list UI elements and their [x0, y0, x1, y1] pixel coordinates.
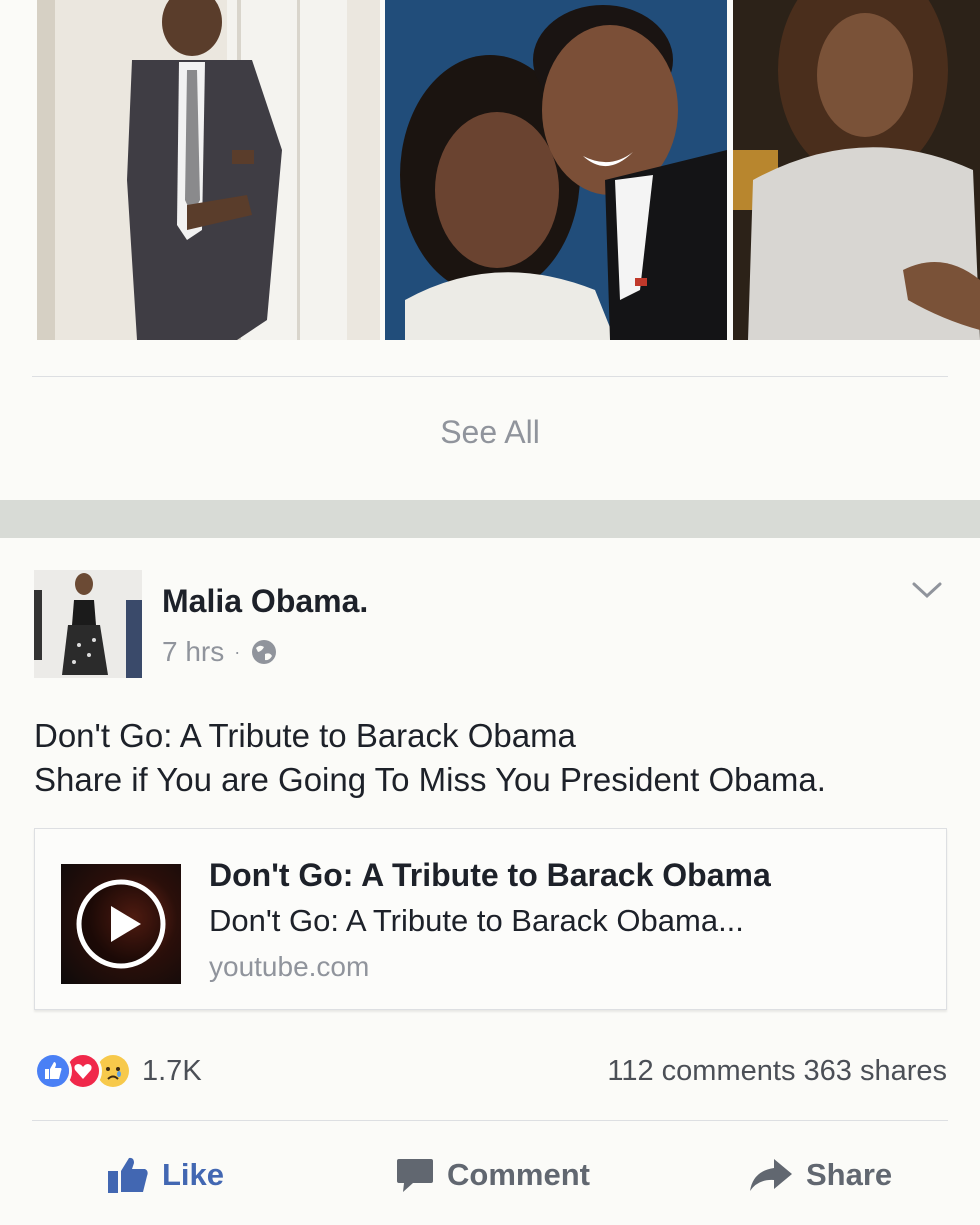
share-label: Share [806, 1157, 893, 1192]
comment-label: Comment [447, 1157, 590, 1192]
like-label: Like [162, 1157, 225, 1192]
see-all-link[interactable]: See All [0, 414, 980, 451]
reaction-count[interactable]: 1.7K [142, 1055, 202, 1088]
engagement-counts: 112 comments 363 shares [607, 1055, 947, 1088]
divider [32, 376, 948, 377]
link-domain: youtube.com [209, 951, 370, 982]
comment-count[interactable]: 112 comments [607, 1055, 795, 1087]
share-count[interactable]: 363 shares [804, 1055, 948, 1087]
avatar[interactable] [34, 570, 142, 678]
link-description: Don't Go: A Tribute to Barack Obama... [209, 903, 744, 938]
play-icon[interactable] [75, 878, 167, 970]
section-separator [0, 500, 980, 538]
chevron-down-icon[interactable] [910, 578, 944, 602]
post-text-line: Share if You are Going To Miss You Presi… [34, 761, 826, 798]
post-meta: 7 hrs · [162, 636, 278, 668]
link-preview-card[interactable]: Don't Go: A Tribute to Barack Obama Don'… [34, 828, 947, 1010]
like-reaction-icon [34, 1052, 72, 1090]
reactions-summary[interactable]: 1.7K [34, 1052, 202, 1090]
comment-button[interactable]: Comment [395, 1152, 590, 1198]
video-thumbnail[interactable] [61, 864, 181, 984]
comment-icon [397, 1159, 433, 1192]
like-button[interactable]: Like [106, 1152, 224, 1198]
post-time[interactable]: 7 hrs [162, 636, 224, 668]
thumbs-up-icon [108, 1157, 148, 1193]
photo-couple[interactable] [385, 0, 727, 340]
meta-separator: · [234, 641, 241, 662]
photo-man-in-suit[interactable] [37, 0, 380, 340]
divider [32, 1120, 948, 1121]
globe-icon [250, 638, 278, 666]
photo-girl[interactable] [733, 0, 980, 340]
share-arrow-icon [750, 1159, 792, 1191]
post-text: Don't Go: A Tribute to Barack Obama Shar… [34, 714, 954, 802]
author-name[interactable]: Malia Obama. [162, 583, 368, 620]
link-title[interactable]: Don't Go: A Tribute to Barack Obama [209, 857, 771, 894]
post-text-line: Don't Go: A Tribute to Barack Obama [34, 717, 576, 754]
share-button[interactable]: Share [748, 1152, 892, 1198]
photo-grid [0, 0, 980, 340]
